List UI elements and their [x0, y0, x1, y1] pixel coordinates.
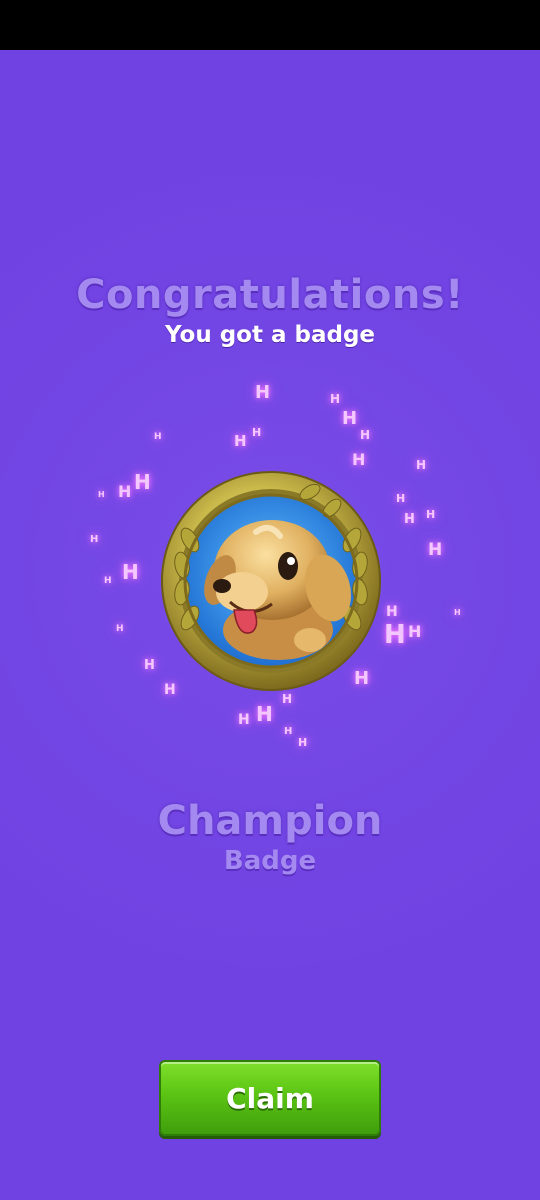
sparkle-icon: H	[298, 736, 308, 749]
sparkle-icon: H	[454, 608, 461, 617]
claim-button-label: Claim	[226, 1081, 314, 1115]
sparkle-icon: H	[104, 576, 112, 586]
sparkle-icon: H	[122, 560, 139, 584]
sparkle-icon: H	[256, 702, 273, 726]
sparkle-icon: H	[426, 508, 436, 521]
sparkle-icon: H	[330, 392, 341, 406]
status-bar	[0, 0, 540, 50]
sparkle-icon: H	[396, 492, 406, 505]
sparkle-icon: H	[416, 458, 427, 472]
sparkle-icon: H	[154, 432, 162, 442]
badge-name: Champion	[157, 798, 383, 844]
sparkle-icon: H	[252, 426, 262, 439]
congratulations-title: Congratulations!	[76, 272, 464, 318]
sparkle-icon: H	[352, 450, 366, 469]
reward-subtitle: You got a badge	[164, 322, 376, 348]
sparkle-icon: H	[386, 604, 398, 620]
claim-button[interactable]: Claim	[159, 1060, 381, 1136]
sparkle-icon: H	[116, 624, 124, 634]
sparkle-icon: H	[284, 726, 293, 737]
sparkle-icon: H	[360, 428, 371, 442]
sparkle-icon: H	[134, 470, 151, 494]
sparkle-icon: H	[255, 382, 271, 403]
badge-type: Badge	[223, 846, 317, 876]
sparkle-icon: H	[90, 534, 99, 545]
sparkle-icon: H	[238, 712, 250, 728]
sparkle-icon: H	[408, 622, 422, 641]
sparkle-icon: H	[118, 482, 132, 501]
sparkle-icon: H	[144, 658, 155, 673]
sparkle-icon: H	[404, 512, 415, 527]
sparkle-icon: H	[342, 408, 358, 429]
champion-medal-icon	[161, 471, 381, 691]
sparkle-icon: H	[384, 620, 406, 650]
sparkle-icon: H	[282, 692, 293, 706]
sparkle-icon: H	[98, 490, 105, 499]
sparkle-icon: H	[428, 540, 443, 560]
sparkle-icon: H	[234, 432, 247, 450]
